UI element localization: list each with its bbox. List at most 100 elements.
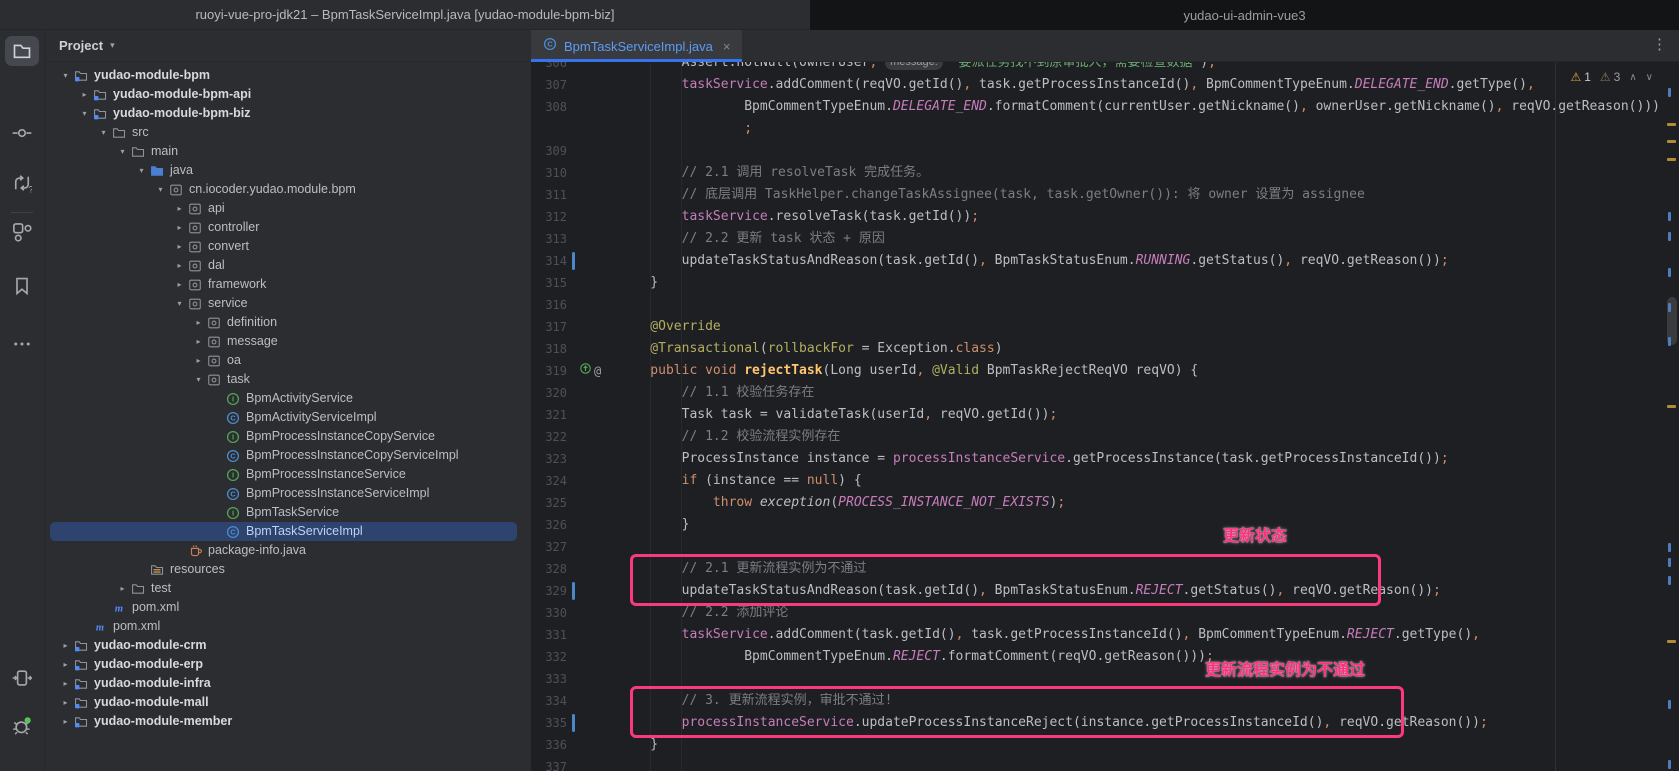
warning-stripe-mark[interactable] <box>1667 123 1676 126</box>
chevron-down-icon[interactable]: ▾ <box>115 142 130 161</box>
gutter: 307 <box>531 74 619 96</box>
tree-item-package-info-java[interactable]: package-info.java <box>45 541 531 560</box>
tree-item-convert[interactable]: ▸convert <box>45 237 531 256</box>
pull-requests-tool-button[interactable]: ? <box>5 168 39 198</box>
tree-item-yudao-module-bpm[interactable]: ▾yudao-module-bpm <box>45 66 531 85</box>
tree-item-bpmactivityserviceimpl[interactable]: CBpmActivityServiceImpl <box>45 408 531 427</box>
tree-item-yudao-module-infra[interactable]: ▸yudao-module-infra <box>45 674 531 693</box>
tree-item-framework[interactable]: ▸framework <box>45 275 531 294</box>
tree-item-bpmprocessinstancecopyservice[interactable]: IBpmProcessInstanceCopyService <box>45 427 531 446</box>
change-stripe-mark[interactable] <box>1668 212 1671 221</box>
change-stripe-mark[interactable] <box>1668 760 1671 769</box>
tree-item-yudao-module-mall[interactable]: ▸yudao-module-mall <box>45 693 531 712</box>
change-stripe-mark[interactable] <box>1668 232 1671 241</box>
tree-item-bpmtaskserviceimpl[interactable]: CBpmTaskServiceImpl <box>50 522 517 541</box>
change-stripe-mark[interactable] <box>1668 558 1671 567</box>
tree-item-yudao-module-bpm-biz[interactable]: ▾yudao-module-bpm-biz <box>45 104 531 123</box>
chevron-down-icon[interactable]: ▾ <box>58 66 73 85</box>
inspections-widget[interactable]: ⚠1 ⚠3 ∧ ∨ <box>1570 70 1653 84</box>
tree-item-src[interactable]: ▾src <box>45 123 531 142</box>
more-tool-windows-tool-button[interactable] <box>5 329 39 359</box>
change-stripe-mark[interactable] <box>1668 576 1671 585</box>
tree-item-java[interactable]: ▾java <box>45 161 531 180</box>
change-stripe-mark[interactable] <box>1668 700 1671 709</box>
close-icon[interactable]: × <box>723 39 731 54</box>
code-line-327: 327 <box>531 536 1664 558</box>
change-stripe-mark[interactable] <box>1668 88 1671 97</box>
tree-item-main[interactable]: ▾main <box>45 142 531 161</box>
chevron-down-icon[interactable]: ▾ <box>191 370 206 389</box>
terminal-tool-button[interactable] <box>5 663 39 693</box>
tree-item-cn-iocoder-yudao-module-bpm[interactable]: ▾cn.iocoder.yudao.module.bpm <box>45 180 531 199</box>
chevron-right-icon[interactable]: ▸ <box>191 351 206 370</box>
chevron-right-icon[interactable]: ▸ <box>58 674 73 693</box>
warning-stripe-mark[interactable] <box>1667 140 1676 143</box>
project-folder-tool-button[interactable] <box>5 36 39 66</box>
warning-stripe-mark[interactable] <box>1667 158 1676 161</box>
next-problem-icon[interactable]: ∨ <box>1646 72 1653 83</box>
chevron-right-icon[interactable]: ▸ <box>58 693 73 712</box>
chevron-right-icon[interactable]: ▸ <box>172 275 187 294</box>
tree-item-yudao-module-bpm-api[interactable]: ▸yudao-module-bpm-api <box>45 85 531 104</box>
tree-item-yudao-module-erp[interactable]: ▸yudao-module-erp <box>45 655 531 674</box>
tree-item-bpmprocessinstancecopyserviceimpl[interactable]: CBpmProcessInstanceCopyServiceImpl <box>45 446 531 465</box>
bookmarks-tool-button[interactable] <box>5 271 39 301</box>
chevron-right-icon[interactable]: ▸ <box>191 313 206 332</box>
tree-item-oa[interactable]: ▸oa <box>45 351 531 370</box>
chevron-down-icon[interactable]: ▾ <box>134 161 149 180</box>
structure-tool-button[interactable] <box>5 217 39 247</box>
commit-tool-button[interactable] <box>5 118 39 148</box>
tree-item-dal[interactable]: ▸dal <box>45 256 531 275</box>
tree-item-yudao-module-crm[interactable]: ▸yudao-module-crm <box>45 636 531 655</box>
code-editor[interactable]: 306 Assert.notNull(ownerUser, message: "… <box>531 62 1679 771</box>
tree-item-resources[interactable]: resources <box>45 560 531 579</box>
chevron-right-icon[interactable]: ▸ <box>172 199 187 218</box>
tree-item-pom-xml[interactable]: mpom.xml <box>45 598 531 617</box>
annotation-gutter-icon[interactable]: @ <box>594 360 601 382</box>
overrides-method-icon[interactable] <box>579 360 592 382</box>
chevron-right-icon[interactable]: ▸ <box>172 237 187 256</box>
editor-scrollbar[interactable] <box>1664 62 1679 771</box>
chevron-right-icon[interactable]: ▸ <box>172 256 187 275</box>
change-stripe-mark[interactable] <box>1668 543 1671 552</box>
vcs-change-marker[interactable] <box>572 714 575 732</box>
chevron-right-icon[interactable]: ▸ <box>58 655 73 674</box>
svg-text:C: C <box>230 489 236 498</box>
tree-item-definition[interactable]: ▸definition <box>45 313 531 332</box>
tab-options-kebab-icon[interactable]: ⋮ <box>1652 35 1667 53</box>
editor-tab[interactable]: C BpmTaskServiceImpl.java × <box>531 30 742 62</box>
chevron-right-icon[interactable]: ▸ <box>58 636 73 655</box>
chevron-right-icon[interactable]: ▸ <box>172 218 187 237</box>
warning-stripe-mark[interactable] <box>1667 640 1676 643</box>
chevron-down-icon[interactable]: ▾ <box>172 294 187 313</box>
prev-problem-icon[interactable]: ∧ <box>1629 72 1636 83</box>
change-stripe-mark[interactable] <box>1668 337 1671 346</box>
chevron-right-icon[interactable]: ▸ <box>77 85 92 104</box>
tree-item-controller[interactable]: ▸controller <box>45 218 531 237</box>
change-stripe-mark[interactable] <box>1668 268 1671 277</box>
change-stripe-mark[interactable] <box>1668 303 1671 312</box>
tree-item-service[interactable]: ▾service <box>45 294 531 313</box>
chevron-right-icon[interactable]: ▸ <box>191 332 206 351</box>
services-tool-button[interactable] <box>5 711 39 741</box>
tree-item-task[interactable]: ▾task <box>45 370 531 389</box>
chevron-down-icon[interactable]: ▾ <box>96 123 111 142</box>
chevron-down-icon[interactable]: ▾ <box>77 104 92 123</box>
vcs-change-marker[interactable] <box>572 252 575 270</box>
tree-item-yudao-module-member[interactable]: ▸yudao-module-member <box>45 712 531 731</box>
tree-item-bpmtaskservice[interactable]: IBpmTaskService <box>45 503 531 522</box>
chevron-right-icon[interactable]: ▸ <box>58 712 73 731</box>
tree-item-bpmprocessinstanceservice[interactable]: IBpmProcessInstanceService <box>45 465 531 484</box>
gutter: 306 <box>531 62 619 74</box>
tree-item-message[interactable]: ▸message <box>45 332 531 351</box>
chevron-right-icon[interactable]: ▸ <box>115 579 130 598</box>
tree-item-bpmactivityservice[interactable]: IBpmActivityService <box>45 389 531 408</box>
tree-item-pom-xml[interactable]: mpom.xml <box>45 617 531 636</box>
tree-item-test[interactable]: ▸test <box>45 579 531 598</box>
tree-item-api[interactable]: ▸api <box>45 199 531 218</box>
warning-stripe-mark[interactable] <box>1667 405 1676 408</box>
tree-item-bpmprocessinstanceserviceimpl[interactable]: CBpmProcessInstanceServiceImpl <box>45 484 531 503</box>
chevron-down-icon[interactable]: ▾ <box>153 180 168 199</box>
project-panel-header[interactable]: Project ▾ <box>45 30 531 62</box>
vcs-change-marker[interactable] <box>572 582 575 600</box>
